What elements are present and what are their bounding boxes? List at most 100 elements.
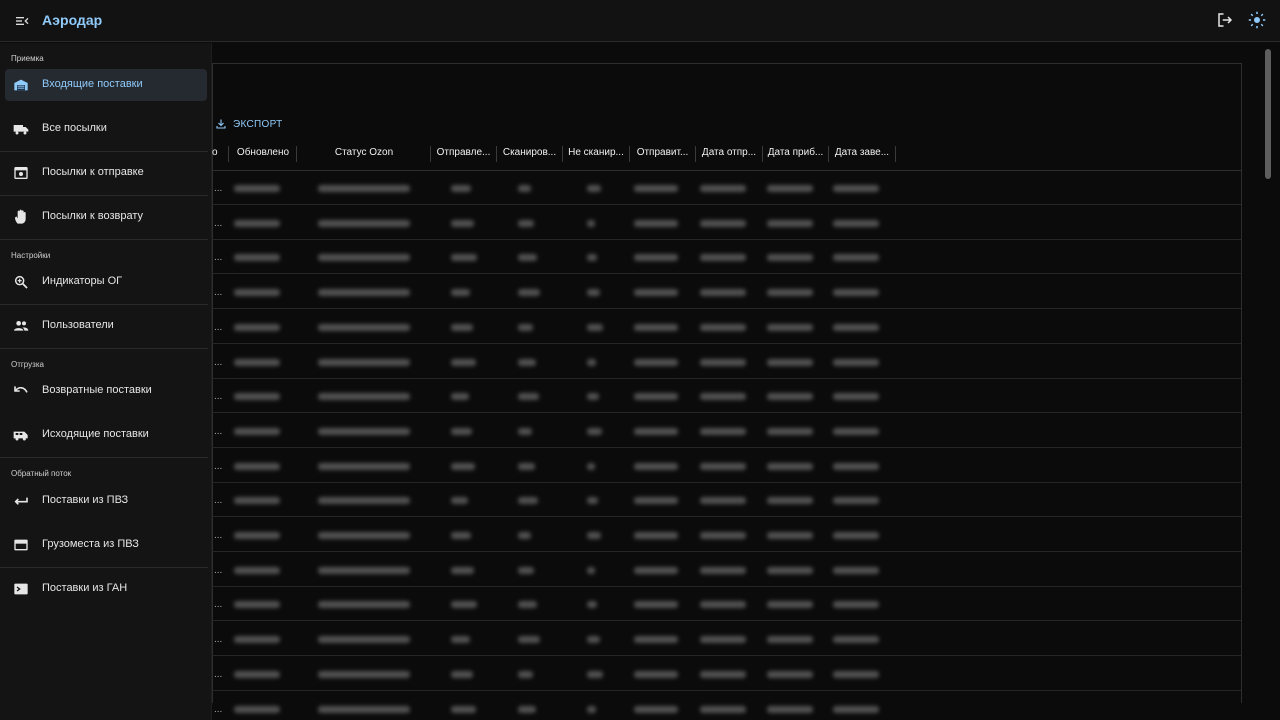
redacted-cell [451, 670, 473, 678]
vertical-scrollbar[interactable] [1262, 43, 1280, 720]
redacted-cell [833, 427, 879, 435]
redacted-cell [587, 705, 596, 713]
menu-collapse-button[interactable] [12, 11, 32, 31]
nav-item-all-parcels[interactable]: Все посылки [5, 113, 207, 145]
table-row[interactable]: ... [212, 379, 1241, 414]
nav-item-pvz-cargo-places[interactable]: Грузоместа из ПВЗ [5, 529, 207, 561]
table-row[interactable]: ... [212, 275, 1241, 310]
redacted-cell [634, 566, 678, 574]
redacted-cell [833, 219, 879, 227]
nav-item-outgoing-supplies[interactable]: Исходящие поставки [5, 419, 207, 451]
table-row[interactable]: ... [212, 310, 1241, 344]
truncated-cell: ... [214, 287, 223, 299]
table-row[interactable]: ... [212, 483, 1241, 518]
nav-item-label: Грузоместа из ПВЗ [42, 538, 139, 550]
logout-button[interactable] [1216, 11, 1236, 31]
redacted-cell [833, 670, 879, 678]
redacted-cell [518, 358, 536, 366]
nav-item-parcels-to-send[interactable]: Посылки к отправке [5, 157, 207, 189]
nav-item-gan-supplies[interactable]: Поставки из ГАН [5, 573, 207, 605]
nav-item-label: Все посылки [42, 122, 107, 134]
truncated-cell: ... [214, 634, 223, 646]
divider [0, 348, 208, 349]
menu-open-icon [16, 17, 29, 25]
column-header-send-date[interactable]: Дата отпр... [696, 138, 762, 170]
nav-item-pvz-supplies[interactable]: Поставки из ПВЗ [5, 485, 207, 517]
redacted-cell [234, 636, 280, 644]
table-row[interactable]: ... [212, 622, 1241, 657]
redacted-cell [318, 393, 410, 401]
table-row[interactable]: ... [212, 657, 1241, 691]
redacted-cell [234, 254, 280, 262]
redacted-cell [518, 601, 537, 609]
redacted-cell [767, 393, 813, 401]
redacted-cell [767, 636, 813, 644]
column-header-complete-date[interactable]: Дата заве... [829, 138, 895, 170]
redacted-cell [518, 566, 534, 574]
divider [0, 151, 208, 152]
redacted-cell [234, 323, 280, 331]
export-button[interactable]: ЭКСПОРТ [215, 116, 283, 132]
section-title-settings: Настройки [11, 251, 51, 260]
table-row[interactable]: ... [212, 518, 1241, 552]
app-title[interactable]: Аэродар [42, 12, 102, 28]
nav-item-incoming-supplies[interactable]: Входящие поставки [5, 69, 207, 101]
table-row[interactable]: ... [212, 345, 1241, 379]
redacted-cell [318, 427, 410, 435]
redacted-cell [587, 566, 595, 574]
table-row[interactable]: ... [212, 587, 1241, 622]
table-row[interactable]: ... [212, 414, 1241, 448]
redacted-cell [767, 532, 813, 539]
column-header-sender[interactable]: Отправит... [630, 138, 695, 170]
truncated-cell: ... [214, 703, 223, 715]
scrollbar-thumb[interactable] [1265, 49, 1271, 179]
redacted-cell [318, 497, 410, 505]
table-row[interactable]: ... [212, 171, 1241, 205]
truncated-cell: ... [214, 252, 223, 264]
warehouse-icon [14, 79, 28, 91]
column-header-not-scanned[interactable]: Не сканир... [563, 138, 629, 170]
redacted-cell [234, 462, 280, 470]
table-row[interactable]: ... [212, 240, 1241, 275]
undo-icon [14, 386, 28, 393]
column-header-scanned[interactable]: Сканиров... [497, 138, 562, 170]
nav-item-users[interactable]: Пользователи [5, 310, 207, 342]
redacted-cell [587, 393, 599, 401]
redacted-cell [234, 219, 280, 227]
column-header-arrival-date[interactable]: Дата приб... [763, 138, 828, 170]
redacted-cell [587, 289, 600, 297]
column-header-sent[interactable]: Отправле... [431, 138, 496, 170]
nav-item-return-supplies[interactable]: Возвратные поставки [5, 375, 207, 407]
table-row[interactable]: ... [212, 206, 1241, 240]
column-separator[interactable] [895, 146, 896, 162]
redacted-cell [634, 393, 678, 401]
column-header-updated[interactable]: Обновлено [230, 138, 296, 170]
table-row[interactable]: ... [212, 553, 1241, 587]
column-header-ozon-status[interactable]: Статус Ozon [298, 138, 430, 170]
redacted-cell [451, 601, 477, 609]
redacted-cell [833, 289, 879, 297]
truncated-cell: ... [214, 183, 223, 194]
package-send-icon [14, 167, 28, 179]
theme-toggle-button[interactable] [1248, 11, 1268, 31]
redacted-cell [767, 219, 813, 227]
column-separator[interactable] [228, 146, 229, 162]
table-row[interactable]: ... [212, 692, 1241, 720]
redacted-cell [833, 497, 879, 505]
truncated-cell: ... [214, 599, 223, 611]
section-title-reverse-flow: Обратный поток [11, 469, 72, 478]
redacted-cell [700, 323, 746, 331]
table-row[interactable]: ... [212, 449, 1241, 483]
redacted-cell [587, 497, 598, 505]
redacted-cell [518, 462, 535, 470]
redacted-cell [234, 358, 280, 366]
redacted-cell [234, 670, 280, 678]
redacted-cell [587, 219, 595, 227]
redacted-cell [318, 185, 410, 192]
zoom-in-icon [14, 275, 28, 289]
redacted-cell [318, 705, 410, 713]
nav-item-og-indicators[interactable]: Индикаторы ОГ [5, 266, 207, 298]
nav-item-parcels-to-return[interactable]: Посылки к возврату [5, 201, 207, 233]
column-separator[interactable] [296, 146, 297, 162]
truncated-cell: ... [214, 460, 223, 472]
